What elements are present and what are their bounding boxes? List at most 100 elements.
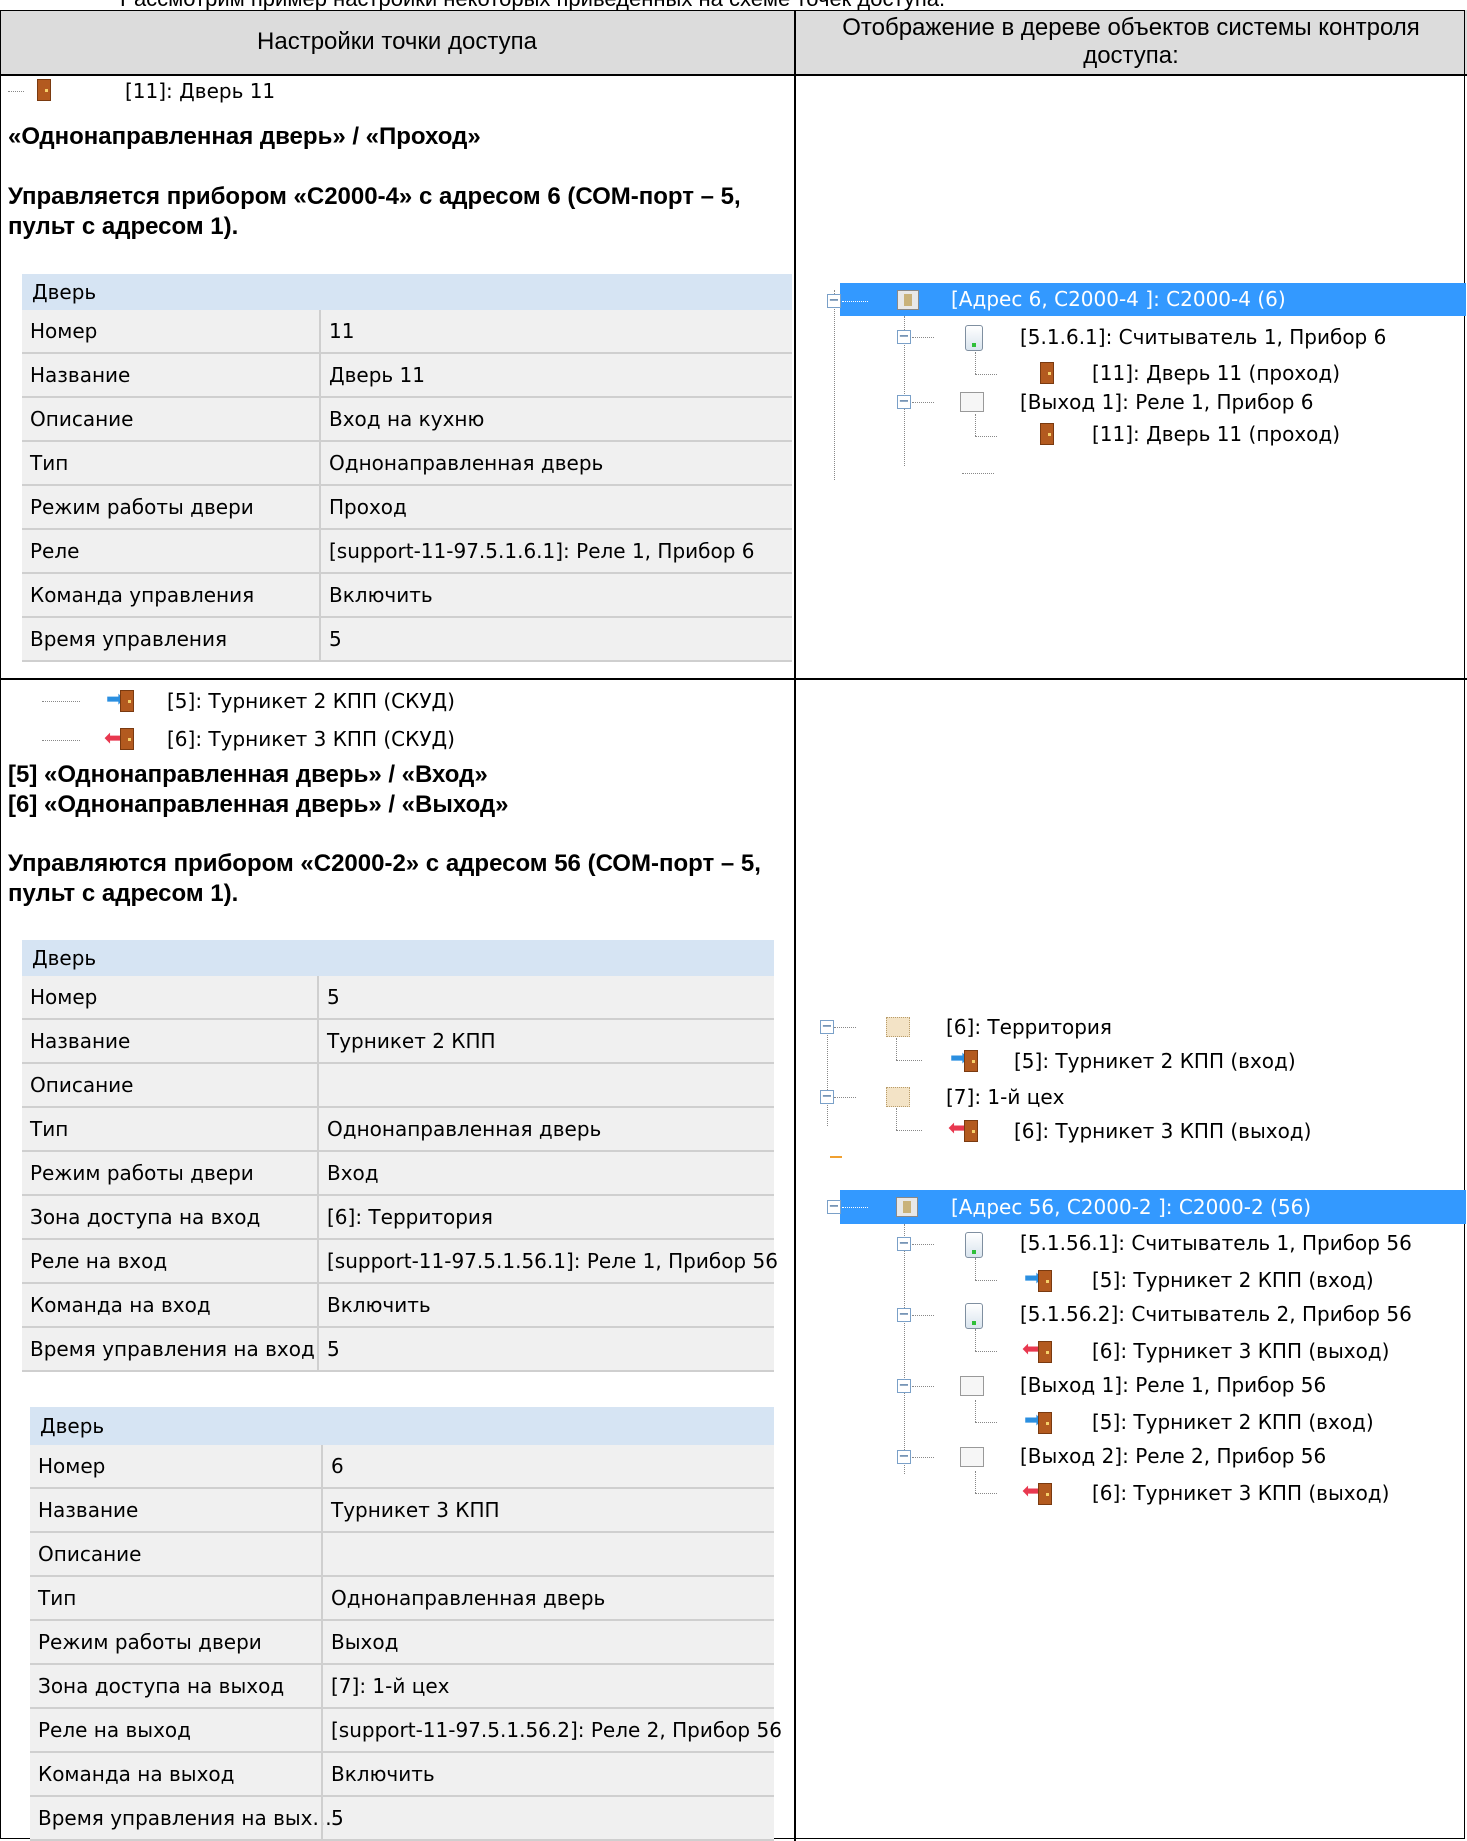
property-value[interactable]: 5 bbox=[329, 618, 342, 660]
tree-item-turnstile-2[interactable]: [5]: Турникет 2 КПП (СКУД) bbox=[167, 688, 455, 714]
property-value[interactable]: [7]: 1-й цех bbox=[331, 1665, 449, 1707]
property-row[interactable]: Номер 5 bbox=[22, 976, 774, 1020]
property-row[interactable]: Тип Однонаправленная дверь bbox=[22, 1108, 774, 1152]
property-row[interactable]: Описание bbox=[30, 1533, 774, 1577]
property-row[interactable]: Режим работы двери Проход bbox=[22, 486, 792, 530]
tree-rl1-turnstile-2[interactable]: [5]: Турникет 2 КПП (вход) bbox=[1092, 1407, 1374, 1437]
property-row[interactable]: Название Дверь 11 bbox=[22, 354, 792, 398]
panel-title: Дверь bbox=[22, 274, 792, 310]
tree-reader-1[interactable]: [5.1.6.1]: Считыватель 1, Прибор 6 bbox=[1020, 322, 1386, 352]
collapse-icon[interactable]: − bbox=[827, 294, 841, 308]
tree-turnstile-2-entry[interactable]: [5]: Турникет 2 КПП (вход) bbox=[1014, 1046, 1296, 1076]
collapse-icon[interactable]: − bbox=[897, 330, 911, 344]
property-row[interactable]: Режим работы двери Вход bbox=[22, 1152, 774, 1196]
tree-r2-turnstile-3[interactable]: [6]: Турникет 3 КПП (выход) bbox=[1092, 1336, 1389, 1366]
property-key: Зона доступа на вход bbox=[30, 1205, 261, 1229]
door-icon bbox=[120, 728, 134, 750]
property-value[interactable]: Дверь 11 bbox=[329, 354, 425, 396]
property-value[interactable]: 6 bbox=[331, 1445, 344, 1487]
property-value[interactable]: Включить bbox=[329, 574, 433, 616]
property-value[interactable]: [support-11-97.5.1.56.1]: Реле 1, Прибор… bbox=[327, 1240, 778, 1282]
tree-zone-6[interactable]: [6]: Территория bbox=[946, 1012, 1112, 1042]
door-icon bbox=[1040, 362, 1054, 384]
property-row[interactable]: Название Турникет 2 КПП bbox=[22, 1020, 774, 1064]
property-row[interactable]: Номер 6 bbox=[30, 1445, 774, 1489]
property-key: Команда на выход bbox=[38, 1762, 235, 1786]
property-row[interactable]: Номер 11 bbox=[22, 310, 792, 354]
section2-mode-5: [5] «Однонаправленная дверь» / «Вход» bbox=[8, 761, 488, 788]
property-value[interactable]: [support-11-97.5.1.6.1]: Реле 1, Прибор … bbox=[329, 530, 754, 572]
property-row[interactable]: Зона доступа на выход [7]: 1-й цех bbox=[30, 1665, 774, 1709]
property-value[interactable]: Турникет 2 КПП bbox=[327, 1020, 496, 1062]
property-value[interactable]: Вход на кухню bbox=[329, 398, 484, 440]
tree-device-56[interactable]: [Адрес 56, С2000-2 ]: С2000-2 (56) bbox=[951, 1192, 1311, 1222]
property-value[interactable]: 5 bbox=[327, 976, 340, 1018]
collapse-icon[interactable]: − bbox=[820, 1020, 834, 1034]
relay-icon bbox=[960, 392, 984, 412]
tree-relay-1[interactable]: [Выход 1]: Реле 1, Прибор 6 bbox=[1020, 387, 1314, 417]
property-key: Время управления на вход bbox=[30, 1337, 315, 1361]
collapse-icon[interactable]: − bbox=[820, 1090, 834, 1104]
property-value[interactable]: Включить bbox=[331, 1753, 435, 1795]
property-row[interactable]: Время управления на вых... 5 bbox=[30, 1797, 774, 1841]
property-row[interactable]: Команда управления Включить bbox=[22, 574, 792, 618]
reader-icon bbox=[965, 1303, 983, 1329]
property-row[interactable]: Время управления 5 bbox=[22, 618, 792, 662]
property-row[interactable]: Реле на вход [support-11-97.5.1.56.1]: Ре… bbox=[22, 1240, 778, 1284]
property-row[interactable]: Описание Вход на кухню bbox=[22, 398, 792, 442]
property-value[interactable]: [6]: Территория bbox=[327, 1196, 493, 1238]
property-row[interactable]: Команда на вход Включить bbox=[22, 1284, 774, 1328]
property-row[interactable]: Режим работы двери Выход bbox=[30, 1621, 774, 1665]
property-row[interactable]: Зона доступа на вход [6]: Территория bbox=[22, 1196, 774, 1240]
property-row[interactable]: Тип Однонаправленная дверь bbox=[30, 1577, 774, 1621]
property-row[interactable]: Тип Однонаправленная дверь bbox=[22, 442, 792, 486]
tree-relay-56-2[interactable]: [Выход 2]: Реле 2, Прибор 56 bbox=[1020, 1441, 1326, 1471]
property-key: Номер bbox=[38, 1454, 106, 1478]
property-value[interactable]: 5 bbox=[327, 1328, 340, 1370]
property-row[interactable]: Реле на выход [support-11-97.5.1.56.2]: Р… bbox=[30, 1709, 782, 1753]
tree-door-11-a[interactable]: [11]: Дверь 11 (проход) bbox=[1092, 358, 1340, 388]
property-value[interactable]: Вход bbox=[327, 1152, 379, 1194]
tree-item-turnstile-3[interactable]: [6]: Турникет 3 КПП (СКУД) bbox=[167, 726, 455, 752]
property-row[interactable]: Время управления на вход 5 bbox=[22, 1328, 774, 1372]
device-tree-2: − [Адрес 56, С2000-2 ]: С2000-2 (56) − [… bbox=[796, 1190, 1466, 1530]
tree-turnstile-3-exit[interactable]: [6]: Турникет 3 КПП (выход) bbox=[1014, 1116, 1311, 1146]
collapse-icon[interactable]: − bbox=[897, 1379, 911, 1393]
tree-relay-56-1[interactable]: [Выход 1]: Реле 1, Прибор 56 bbox=[1020, 1370, 1326, 1400]
property-key: Номер bbox=[30, 319, 98, 343]
property-key: Номер bbox=[30, 985, 98, 1009]
property-value[interactable]: Включить bbox=[327, 1284, 431, 1326]
reader-icon bbox=[965, 325, 983, 351]
property-value[interactable]: Выход bbox=[331, 1621, 398, 1663]
collapse-icon[interactable]: − bbox=[827, 1200, 841, 1214]
tree-item-door-11[interactable]: [11]: Дверь 11 bbox=[125, 78, 275, 104]
property-value[interactable]: Однонаправленная дверь bbox=[331, 1577, 605, 1619]
property-value[interactable]: Однонаправленная дверь bbox=[329, 442, 603, 484]
property-row[interactable]: Описание bbox=[22, 1064, 774, 1108]
collapse-icon[interactable]: − bbox=[897, 1237, 911, 1251]
collapse-icon[interactable]: − bbox=[897, 395, 911, 409]
property-row[interactable]: Команда на выход Включить bbox=[30, 1753, 774, 1797]
tree-connector bbox=[8, 91, 24, 92]
collapse-icon[interactable]: − bbox=[897, 1308, 911, 1322]
property-value[interactable]: Однонаправленная дверь bbox=[327, 1108, 601, 1150]
property-value[interactable]: Турникет 3 КПП bbox=[331, 1489, 500, 1531]
property-value[interactable]: Проход bbox=[329, 486, 407, 528]
property-value[interactable]: [support-11-97.5.1.56.2]: Реле 2, Прибор… bbox=[331, 1709, 782, 1751]
tree-door-11-b[interactable]: [11]: Дверь 11 (проход) bbox=[1092, 419, 1340, 449]
collapse-icon[interactable]: − bbox=[897, 1450, 911, 1464]
tree-rl2-turnstile-3[interactable]: [6]: Турникет 3 КПП (выход) bbox=[1092, 1478, 1389, 1508]
tree-r1-turnstile-2[interactable]: [5]: Турникет 2 КПП (вход) bbox=[1092, 1265, 1374, 1295]
tree-reader-56-2[interactable]: [5.1.56.2]: Считыватель 2, Прибор 56 bbox=[1020, 1299, 1412, 1329]
tree-reader-56-1[interactable]: [5.1.56.1]: Считыватель 1, Прибор 56 bbox=[1020, 1228, 1412, 1258]
property-key: Описание bbox=[30, 1073, 134, 1097]
property-key: Время управления на вых... bbox=[38, 1806, 332, 1830]
property-value[interactable]: 11 bbox=[329, 310, 354, 352]
property-row[interactable]: Реле [support-11-97.5.1.6.1]: Реле 1, При… bbox=[22, 530, 792, 574]
tree-device-6[interactable]: [Адрес 6, С2000-4 ]: С2000-4 (6) bbox=[951, 284, 1286, 314]
panel-title: Дверь bbox=[22, 940, 774, 976]
relay-icon bbox=[960, 1447, 984, 1467]
property-value[interactable]: 5 bbox=[331, 1797, 344, 1839]
property-row[interactable]: Название Турникет 3 КПП bbox=[30, 1489, 774, 1533]
tree-zone-7[interactable]: [7]: 1-й цех bbox=[946, 1082, 1064, 1112]
